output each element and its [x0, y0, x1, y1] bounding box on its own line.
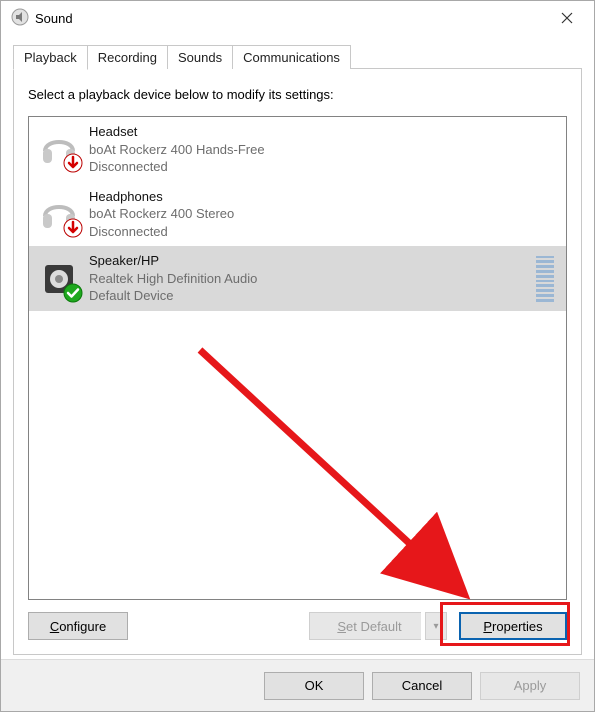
- tab-playback[interactable]: Playback: [13, 45, 88, 70]
- sound-dialog: Sound Playback Recording Sounds Communic…: [0, 0, 595, 712]
- device-text: Speaker/HP Realtek High Definition Audio…: [89, 252, 536, 305]
- ok-button[interactable]: OK: [264, 672, 364, 700]
- apply-button: Apply: [480, 672, 580, 700]
- configure-button[interactable]: Configure: [28, 612, 128, 640]
- properties-label: Properties: [483, 619, 542, 634]
- device-desc: boAt Rockerz 400 Hands-Free: [89, 141, 558, 159]
- tab-strip: Playback Recording Sounds Communications: [13, 43, 582, 69]
- speaker-icon: [37, 257, 81, 301]
- headset-icon: [37, 127, 81, 171]
- configure-label: Configure: [50, 619, 106, 634]
- headset-icon: [37, 192, 81, 236]
- device-name: Headset: [89, 123, 558, 141]
- client-area: Playback Recording Sounds Communications…: [1, 35, 594, 659]
- device-row-speaker[interactable]: Speaker/HP Realtek High Definition Audio…: [29, 246, 566, 311]
- tab-communications[interactable]: Communications: [232, 45, 351, 69]
- check-overlay-icon: [63, 283, 83, 303]
- device-row-headset[interactable]: Headset boAt Rockerz 400 Hands-Free Disc…: [29, 117, 566, 182]
- device-desc: Realtek High Definition Audio: [89, 270, 536, 288]
- down-arrow-overlay-icon: [63, 218, 83, 238]
- instruction-text: Select a playback device below to modify…: [28, 87, 567, 102]
- window-title: Sound: [29, 11, 544, 26]
- cancel-button[interactable]: Cancel: [372, 672, 472, 700]
- playback-panel: Select a playback device below to modify…: [13, 68, 582, 655]
- set-default-button: Set Default: [309, 612, 421, 640]
- device-desc: boAt Rockerz 400 Stereo: [89, 205, 558, 223]
- device-text: Headphones boAt Rockerz 400 Stereo Disco…: [89, 188, 558, 241]
- sound-icon: [11, 8, 29, 29]
- device-name: Speaker/HP: [89, 252, 536, 270]
- tab-recording[interactable]: Recording: [87, 45, 168, 69]
- level-meter: [536, 256, 554, 302]
- device-status: Disconnected: [89, 158, 558, 176]
- device-status: Disconnected: [89, 223, 558, 241]
- device-text: Headset boAt Rockerz 400 Hands-Free Disc…: [89, 123, 558, 176]
- set-default-label: Set Default: [337, 619, 401, 634]
- close-button[interactable]: [544, 2, 590, 34]
- tab-sounds[interactable]: Sounds: [167, 45, 233, 69]
- dialog-button-row: OK Cancel Apply: [1, 659, 594, 711]
- down-arrow-overlay-icon: [63, 153, 83, 173]
- device-list[interactable]: Headset boAt Rockerz 400 Hands-Free Disc…: [28, 116, 567, 600]
- set-default-dropdown: ▾: [425, 612, 447, 640]
- properties-button[interactable]: Properties: [459, 612, 567, 640]
- titlebar: Sound: [1, 1, 594, 35]
- device-row-headphones[interactable]: Headphones boAt Rockerz 400 Stereo Disco…: [29, 182, 566, 247]
- chevron-down-icon: ▾: [433, 621, 438, 632]
- device-status: Default Device: [89, 287, 536, 305]
- panel-button-row: Configure Set Default ▾ Properties: [28, 612, 567, 640]
- device-name: Headphones: [89, 188, 558, 206]
